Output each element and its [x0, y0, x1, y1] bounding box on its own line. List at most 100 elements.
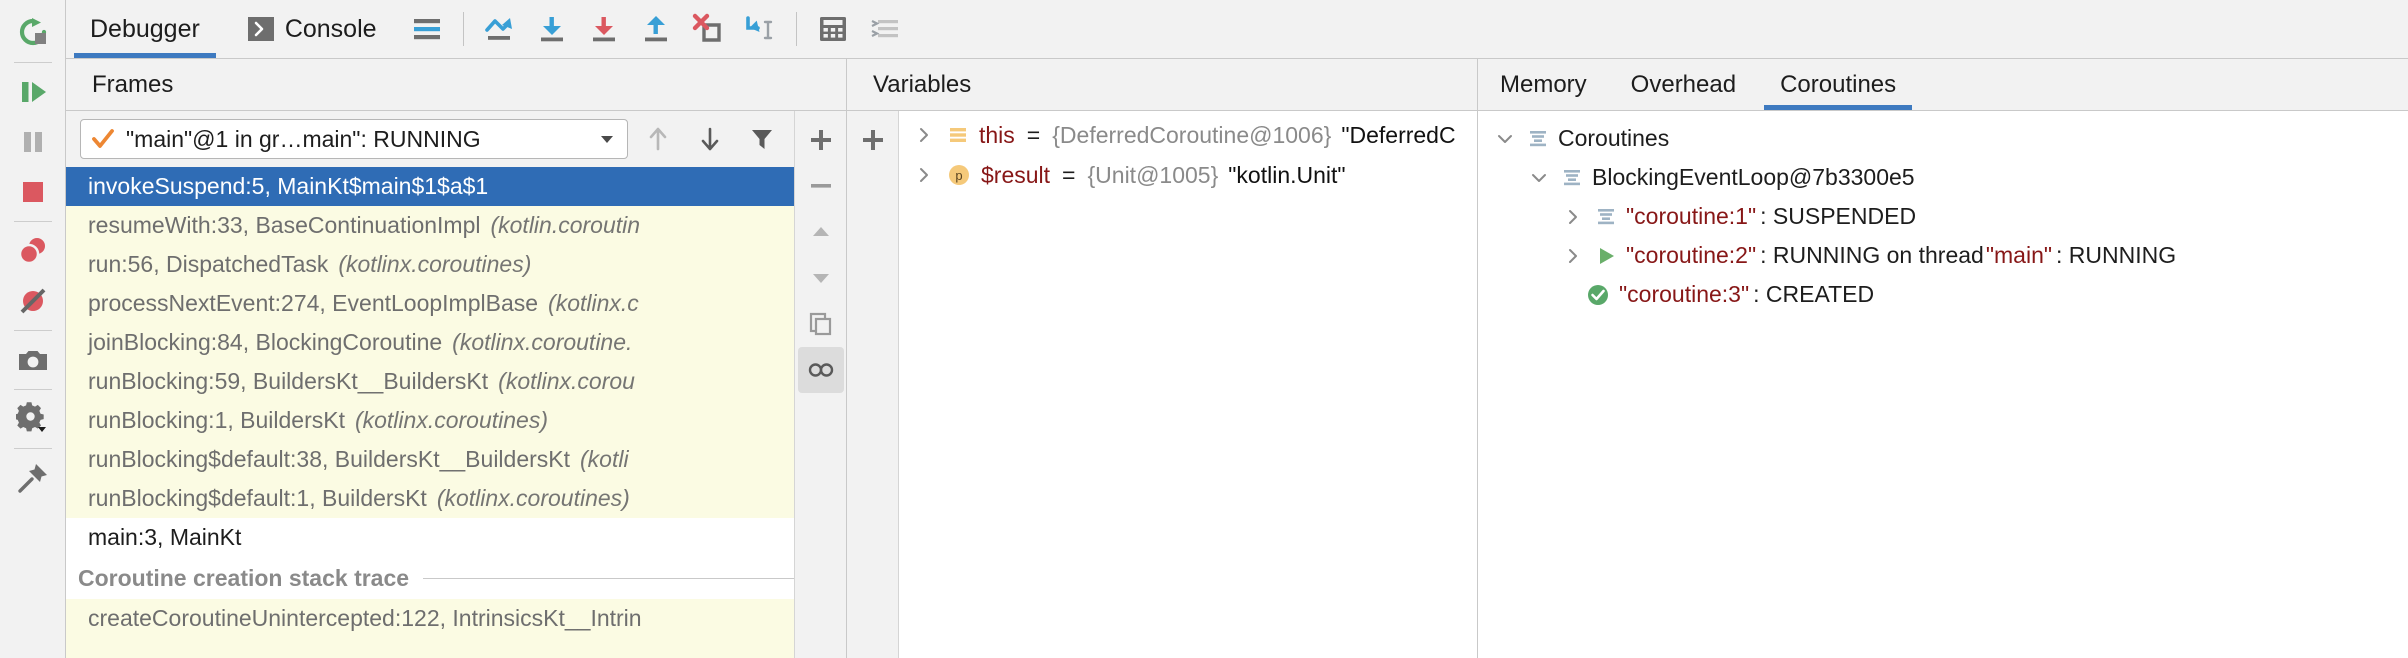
view-breakpoints-button[interactable]: [8, 226, 58, 276]
frame-package: (kotlinx.corou: [498, 368, 635, 395]
minus-icon: [808, 173, 834, 199]
frame-row[interactable]: invokeSuspend:5, MainKt$main$1$a$1: [66, 167, 794, 206]
frame-row[interactable]: run:56, DispatchedTask (kotlinx.coroutin…: [66, 245, 794, 284]
debugger-panes: Frames "main"@1 in gr…main": RUNNING: [66, 59, 2408, 658]
variable-row[interactable]: this = {DeferredCoroutine@1006} "Deferre…: [899, 115, 1477, 155]
frame-row[interactable]: runBlocking$default:38, BuildersKt__Buil…: [66, 440, 794, 479]
variables-pane-header: Variables: [847, 59, 1477, 111]
frame-label: resumeWith:33, BaseContinuationImpl: [88, 212, 480, 239]
frame-package: (kotlinx.coroutines): [355, 407, 548, 434]
coroutine-suspended-icon: [1595, 206, 1617, 228]
frames-list[interactable]: invokeSuspend:5, MainKt$main$1$a$1 resum…: [66, 167, 794, 658]
frames-left: "main"@1 in gr…main": RUNNING: [66, 111, 794, 658]
variable-type: {Unit@1005}: [1087, 162, 1218, 189]
mute-breakpoints-button[interactable]: [8, 276, 58, 326]
variables-body: this = {DeferredCoroutine@1006} "Deferre…: [847, 111, 1477, 658]
settings-button[interactable]: [8, 394, 58, 444]
frame-row[interactable]: resumeWith:33, BaseContinuationImpl (kot…: [66, 206, 794, 245]
frame-package: (kotlinx.coroutines): [437, 485, 630, 512]
frame-label: processNextEvent:274, EventLoopImplBase: [88, 290, 538, 317]
run-to-cursor-button[interactable]: [734, 3, 786, 55]
rail-divider: [14, 221, 52, 222]
pause-program-button[interactable]: [8, 117, 58, 167]
frame-package: (kotlinx.coroutines): [338, 251, 531, 278]
collapse-chevron-icon[interactable]: [1526, 169, 1552, 187]
mute-breakpoints-icon: [16, 284, 50, 318]
layout-settings-button[interactable]: [401, 3, 453, 55]
resume-program-button[interactable]: [8, 67, 58, 117]
expand-chevron-icon[interactable]: [911, 126, 937, 144]
coroutine-state: : SUSPENDED: [1760, 203, 1916, 230]
frames-scroll-down-button[interactable]: [798, 255, 844, 301]
step-over-button[interactable]: [474, 3, 526, 55]
expand-chevron-icon[interactable]: [1560, 208, 1586, 226]
frames-watch-button[interactable]: [798, 347, 844, 393]
frames-up-button[interactable]: [636, 117, 680, 161]
coroutine-thread-state: : RUNNING: [2056, 242, 2176, 269]
frame-row[interactable]: processNextEvent:274, EventLoopImplBase …: [66, 284, 794, 323]
expand-chevron-icon[interactable]: [911, 166, 937, 184]
add-watch-button[interactable]: [850, 117, 896, 163]
frame-label: runBlocking$default:1, BuildersKt: [88, 485, 427, 512]
pin-tab-button[interactable]: [8, 453, 58, 503]
sort-list-icon: [869, 13, 901, 45]
frame-label: runBlocking$default:38, BuildersKt__Buil…: [88, 446, 570, 473]
expand-chevron-icon[interactable]: [1560, 247, 1586, 265]
coroutine-tree-row[interactable]: "coroutine:3" : CREATED: [1478, 275, 2408, 314]
frames-body: "main"@1 in gr…main": RUNNING: [66, 111, 846, 658]
variable-row[interactable]: p $result = {Unit@1005} "kotlin.Unit": [899, 155, 1477, 195]
frames-add-button[interactable]: [798, 117, 844, 163]
frames-scroll-up-button[interactable]: [798, 209, 844, 255]
layout-icon: [412, 14, 442, 44]
thread-dump-button[interactable]: [8, 335, 58, 385]
frames-remove-button[interactable]: [798, 163, 844, 209]
frame-label: createCoroutineUnintercepted:122, Intrin…: [88, 605, 642, 632]
step-out-button[interactable]: [630, 3, 682, 55]
collapse-chevron-icon[interactable]: [1492, 130, 1518, 148]
tab-memory[interactable]: Memory: [1478, 59, 1609, 110]
variable-equals: =: [1060, 162, 1077, 189]
resume-icon: [16, 75, 50, 109]
frame-row[interactable]: main:3, MainKt: [66, 518, 794, 557]
step-into-button[interactable]: [526, 3, 578, 55]
drop-frame-button[interactable]: [682, 3, 734, 55]
chevron-down-icon: [808, 265, 834, 291]
coroutine-tree-row[interactable]: BlockingEventLoop@7b3300e5: [1478, 158, 2408, 197]
coroutine-state: : CREATED: [1753, 281, 1874, 308]
variables-list[interactable]: this = {DeferredCoroutine@1006} "Deferre…: [899, 111, 1477, 658]
rerun-icon: [16, 16, 50, 50]
frame-row[interactable]: runBlocking:1, BuildersKt (kotlinx.corou…: [66, 401, 794, 440]
evaluate-expression-button[interactable]: [807, 3, 859, 55]
frame-package: (kotlinx.c: [548, 290, 639, 317]
coroutine-label: Coroutines: [1558, 125, 1669, 152]
thread-selector[interactable]: "main"@1 in gr…main": RUNNING: [80, 119, 628, 159]
stop-button[interactable]: [8, 167, 58, 217]
breakpoints-icon: [16, 234, 50, 268]
coroutine-tree-row[interactable]: Coroutines: [1478, 119, 2408, 158]
settings-list-button[interactable]: [859, 3, 911, 55]
coroutine-tree-row[interactable]: "coroutine:2" : RUNNING on thread "main"…: [1478, 236, 2408, 275]
tab-coroutines[interactable]: Coroutines: [1758, 59, 1918, 110]
rerun-button[interactable]: [8, 8, 58, 58]
rail-divider: [14, 389, 52, 390]
frames-side-rail: [794, 111, 846, 658]
debug-actions-rail: [0, 0, 66, 658]
frame-row[interactable]: createCoroutineUnintercepted:122, Intrin…: [66, 599, 794, 638]
frame-package: (kotlin.coroutin: [490, 212, 640, 239]
frame-row[interactable]: runBlocking$default:1, BuildersKt (kotli…: [66, 479, 794, 518]
run-to-cursor-icon: [743, 12, 777, 46]
tab-overhead[interactable]: Overhead: [1609, 59, 1758, 110]
coroutines-pane-tabs: Memory Overhead Coroutines: [1478, 59, 2408, 111]
tab-console[interactable]: Console: [224, 0, 401, 58]
coroutine-tree-row[interactable]: "coroutine:1" : SUSPENDED: [1478, 197, 2408, 236]
coroutine-thread: "main": [1986, 242, 2052, 269]
arrow-down-icon: [696, 125, 724, 153]
coroutines-tree[interactable]: Coroutines: [1478, 111, 2408, 658]
tab-debugger[interactable]: Debugger: [66, 0, 224, 58]
frame-row[interactable]: joinBlocking:84, BlockingCoroutine (kotl…: [66, 323, 794, 362]
frames-down-button[interactable]: [688, 117, 732, 161]
frame-row[interactable]: runBlocking:59, BuildersKt__BuildersKt (…: [66, 362, 794, 401]
frames-filter-button[interactable]: [740, 117, 784, 161]
frames-copy-button[interactable]: [798, 301, 844, 347]
force-step-into-button[interactable]: [578, 3, 630, 55]
